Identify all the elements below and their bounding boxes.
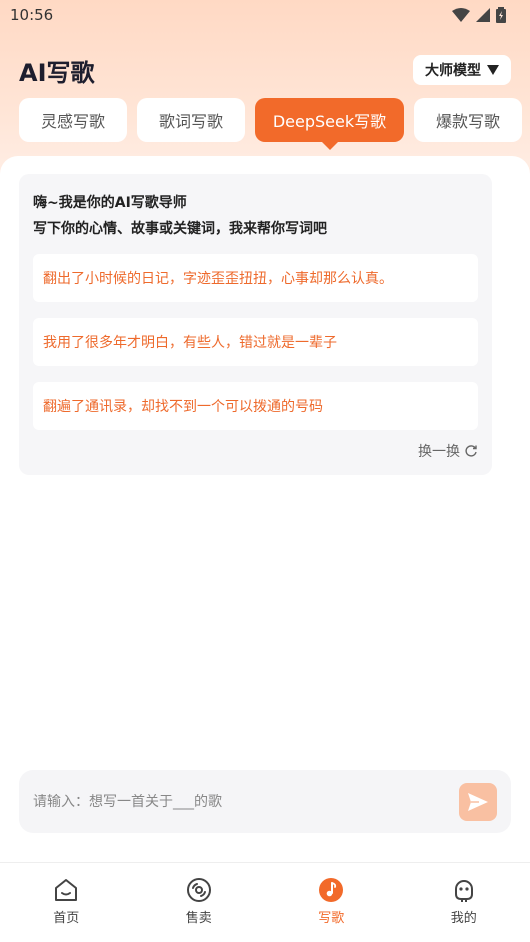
mode-tabs: 灵感写歌 歌词写歌 DeepSeek写歌 爆款写歌 <box>19 98 522 150</box>
send-button[interactable] <box>459 782 497 821</box>
nav-item-sell[interactable]: 售卖 <box>154 877 244 942</box>
app-header: AI写歌 大师模型 <box>0 50 530 90</box>
page-title: AI写歌 <box>19 58 95 87</box>
model-selector-button[interactable]: 大师模型 <box>413 55 511 85</box>
song-prompt-bar <box>19 770 511 833</box>
profile-icon <box>454 880 473 902</box>
wifi-icon <box>452 8 470 22</box>
refresh-icon <box>465 445 477 457</box>
tab-lyrics[interactable]: 歌词写歌 <box>137 98 245 142</box>
nav-label-profile: 我的 <box>450 911 477 926</box>
battery-icon <box>496 7 506 23</box>
nav-label-write-song: 写歌 <box>318 911 345 926</box>
tab-deepseek[interactable]: DeepSeek写歌 <box>255 98 404 150</box>
nav-label-home: 首页 <box>53 911 80 926</box>
model-selector-label: 大师模型 <box>425 63 481 79</box>
caret-down-icon <box>487 65 499 75</box>
tab-hit[interactable]: 爆款写歌 <box>414 98 522 142</box>
greeting-line-2: 写下你的心情、故事或关键词，我来帮你写词吧 <box>33 221 327 237</box>
refresh-button[interactable]: 换一换 <box>418 441 478 461</box>
signal-icon <box>476 8 490 22</box>
nav-item-profile[interactable]: 我的 <box>419 877 509 942</box>
status-icons <box>452 7 506 23</box>
nav-item-home[interactable]: 首页 <box>21 877 111 942</box>
home-icon <box>55 879 78 901</box>
nav-item-write-song[interactable]: 写歌 <box>286 877 376 942</box>
send-icon <box>468 792 488 811</box>
tab-inspiration[interactable]: 灵感写歌 <box>19 98 127 142</box>
suggestion-item[interactable]: 翻出了小时候的日记，字迹歪歪扭扭，心事却那么认真。 <box>33 254 478 302</box>
main-panel: 嗨~我是你的AI写歌导师 写下你的心情、故事或关键词，我来帮你写词吧 翻出了小时… <box>0 156 530 862</box>
disc-icon <box>186 878 211 902</box>
nav-label-sell: 售卖 <box>185 911 212 926</box>
status-bar: 10:56 <box>0 0 530 30</box>
suggestion-item[interactable]: 翻遍了通讯录，却找不到一个可以拨通的号码 <box>33 382 478 430</box>
status-time: 10:56 <box>10 6 54 24</box>
song-prompt-input[interactable] <box>33 793 459 810</box>
bottom-nav: 首页 售卖 写歌 我的 <box>0 862 530 942</box>
refresh-label: 换一换 <box>418 444 460 460</box>
prompt-card: 嗨~我是你的AI写歌导师 写下你的心情、故事或关键词，我来帮你写词吧 翻出了小时… <box>19 174 492 475</box>
suggestion-item[interactable]: 我用了很多年才明白，有些人，错过就是一辈子 <box>33 318 478 366</box>
write-song-icon <box>319 878 344 902</box>
greeting-line-1: 嗨~我是你的AI写歌导师 <box>33 195 187 211</box>
